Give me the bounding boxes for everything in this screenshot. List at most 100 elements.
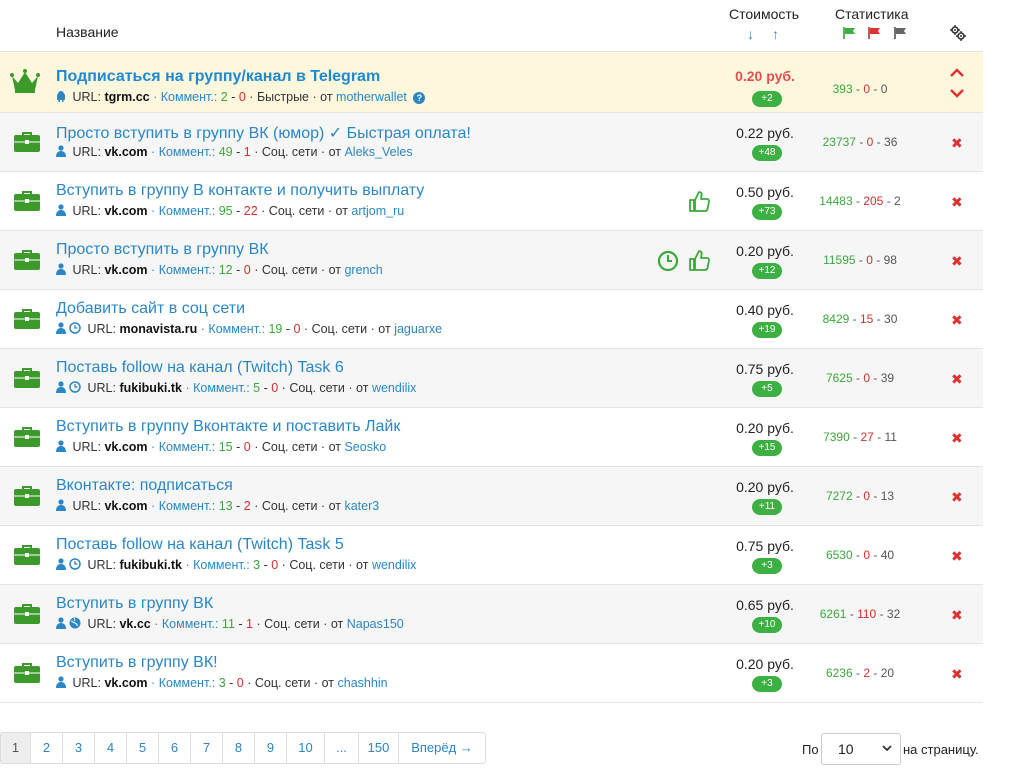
chevron-up-icon[interactable] <box>949 66 965 78</box>
comments-link[interactable]: Коммент.: <box>161 90 218 104</box>
column-header-stats: Статистика <box>835 6 909 22</box>
author-link[interactable]: kater3 <box>344 499 379 513</box>
task-stats: 11595 - 0 - 98 <box>823 253 897 267</box>
stat-pending: 20 <box>880 666 895 680</box>
user-icon <box>56 676 66 688</box>
clock-icon <box>69 558 81 570</box>
task-category: Соц. сети <box>254 676 311 690</box>
comments-link[interactable]: Коммент.: <box>159 204 216 218</box>
author-link[interactable]: Napas150 <box>347 617 404 631</box>
comments-link[interactable]: Коммент.: <box>162 617 219 631</box>
comments-link[interactable]: Коммент.: <box>159 263 216 277</box>
author-link[interactable]: wendilix <box>372 558 416 572</box>
author-link[interactable]: artjom_ru <box>351 204 404 218</box>
pagination-page[interactable]: 6 <box>159 733 191 763</box>
hide-task-icon[interactable]: ✖ <box>951 607 963 624</box>
url-label: URL: <box>72 204 101 218</box>
pagination-page[interactable]: 8 <box>223 733 255 763</box>
task-meta: URL: fukibuki.tk · Коммент.: 3 - 0 · Соц… <box>56 558 416 572</box>
task-title-link[interactable]: Поставь follow на канал (Twitch) Task 6 <box>56 359 344 377</box>
author-link[interactable]: wendilix <box>372 381 416 395</box>
pagination-page[interactable]: 7 <box>191 733 223 763</box>
author-link[interactable]: Seosko <box>344 440 386 454</box>
pagination-page[interactable]: 3 <box>63 733 95 763</box>
sort-desc-icon[interactable]: ↓ <box>747 26 754 42</box>
hide-task-icon[interactable]: ✖ <box>951 135 963 152</box>
from-label: от <box>335 204 348 218</box>
comments-link[interactable]: Коммент.: <box>159 440 216 454</box>
task-title-link[interactable]: Вконтакте: подписаться <box>56 477 233 495</box>
pagination-page[interactable]: 5 <box>127 733 159 763</box>
task-title-link[interactable]: Поставь follow на канал (Twitch) Task 5 <box>56 536 344 554</box>
task-title-link[interactable]: Просто вступить в группу ВК <box>56 241 269 259</box>
comments-link[interactable]: Коммент.: <box>193 381 250 395</box>
globe-icon <box>69 617 81 629</box>
briefcase-icon <box>14 191 40 211</box>
settings-gears-icon[interactable] <box>950 25 966 41</box>
task-title-link[interactable]: Добавить сайт в соц сети <box>56 300 245 318</box>
comments-link[interactable]: Коммент.: <box>159 499 216 513</box>
red-flag-icon[interactable] <box>868 27 882 39</box>
column-header-name[interactable]: Название <box>56 24 119 40</box>
comments-negative: 22 <box>243 204 258 218</box>
comments-link[interactable]: Коммент.: <box>159 676 216 690</box>
sort-asc-icon[interactable]: ↑ <box>772 26 779 42</box>
task-title-link[interactable]: Вступить в группу ВК! <box>56 654 218 672</box>
green-flag-icon[interactable] <box>843 27 857 39</box>
task-meta: URL: vk.cc · Коммент.: 11 - 1 · Соц. сет… <box>56 617 404 631</box>
task-category: Соц. сети <box>261 145 318 159</box>
comments-link[interactable]: Коммент.: <box>208 322 265 336</box>
chevron-down-icon[interactable] <box>949 88 965 100</box>
task-category: Соц. сети <box>261 263 318 277</box>
stat-pending: 98 <box>883 253 897 267</box>
pagination-next[interactable]: Вперёд → <box>399 733 485 763</box>
hide-task-icon[interactable]: ✖ <box>951 489 963 506</box>
task-title-link[interactable]: Вступить в группу В контакте и получить … <box>56 182 424 200</box>
hide-task-icon[interactable]: ✖ <box>951 253 963 270</box>
author-link[interactable]: grench <box>344 263 382 277</box>
task-url: vk.com <box>104 263 148 277</box>
hide-task-icon[interactable]: ✖ <box>951 194 963 211</box>
task-title-link[interactable]: Вступить в группу Вконтакте и поставить … <box>56 418 400 436</box>
hide-task-icon[interactable]: ✖ <box>951 430 963 447</box>
briefcase-icon <box>14 309 40 329</box>
pagination-page[interactable]: 10 <box>287 733 325 763</box>
task-row: Поставь follow на канал (Twitch) Task 5 … <box>0 526 983 585</box>
price-increase-badge: +15 <box>752 440 782 456</box>
task-title-link[interactable]: Подписаться на группу/канал в Telegram <box>56 68 380 86</box>
hide-task-icon[interactable]: ✖ <box>951 312 963 329</box>
gray-flag-icon[interactable] <box>894 27 908 39</box>
author-link[interactable]: jaguarxe <box>394 322 442 336</box>
task-row: Вступить в группу ВК URL: vk.cc · Коммен… <box>0 585 983 644</box>
comments-link[interactable]: Коммент.: <box>193 558 250 572</box>
stat-rejected: 110 <box>857 607 877 621</box>
author-link[interactable]: motherwallet <box>336 90 407 104</box>
stat-approved: 7625 <box>825 371 853 385</box>
comments-positive: 12 <box>218 263 233 277</box>
hide-task-icon[interactable]: ✖ <box>951 371 963 388</box>
hide-task-icon[interactable]: ✖ <box>951 548 963 565</box>
help-icon[interactable]: ? <box>413 92 426 104</box>
pagination-page[interactable]: 9 <box>255 733 287 763</box>
task-url: fukibuki.tk <box>119 558 182 572</box>
user-icon <box>56 204 66 216</box>
author-link[interactable]: chashhin <box>338 676 388 690</box>
author-link[interactable]: Aleks_Veles <box>344 145 412 159</box>
hide-task-icon[interactable]: ✖ <box>951 666 963 683</box>
user-icon <box>56 499 66 511</box>
task-category: Быстрые <box>256 90 310 104</box>
pagination-page[interactable]: 1 <box>1 733 31 763</box>
from-label: от <box>321 676 335 690</box>
pagination-page[interactable]: 4 <box>95 733 127 763</box>
task-title-link[interactable]: Просто вступить в группу ВК (юмор) ✓ Быс… <box>56 123 471 143</box>
pagination-page[interactable]: 150 <box>359 733 399 763</box>
stat-approved: 8429 <box>822 312 850 326</box>
task-stats: 6261 - 110 - 32 <box>819 607 901 621</box>
comments-negative: 0 <box>271 381 279 395</box>
per-page-select[interactable]: 10 <box>821 733 901 765</box>
comments-link[interactable]: Коммент.: <box>159 145 216 159</box>
task-meta: URL: vk.com · Коммент.: 13 - 2 · Соц. се… <box>56 499 379 513</box>
pagination-page[interactable]: 2 <box>31 733 63 763</box>
task-title-link[interactable]: Вступить в группу ВК <box>56 595 213 613</box>
price-increase-badge: +48 <box>752 145 782 161</box>
